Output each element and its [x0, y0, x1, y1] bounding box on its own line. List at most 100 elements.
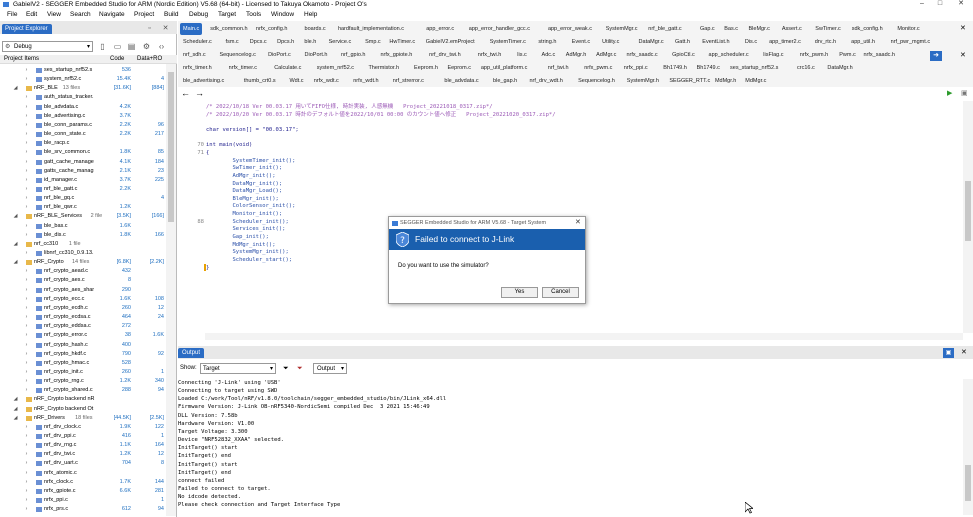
file-tab[interactable]: nrfx_pwm.h [797, 49, 831, 61]
file-tab[interactable]: Thermistor.h [365, 62, 402, 74]
file-tab[interactable]: Eeprom.h [411, 62, 441, 74]
close-editor-icon[interactable]: ✕ [960, 24, 966, 32]
file-tab[interactable]: Sequencelog.c [216, 49, 258, 61]
tree-file[interactable]: › auth_status_tracker. [0, 93, 162, 102]
file-tab[interactable]: DioPort.h [302, 49, 331, 61]
file-tab[interactable]: Wdt.c [286, 75, 306, 87]
tree-folder[interactable]: ◢ nRF_BLE_Services 2 file [3.5K] [166] [0, 212, 164, 221]
menu-navigate[interactable]: Navigate [99, 9, 125, 21]
file-tab[interactable]: SystemMgr.c [603, 23, 641, 35]
output-scrollbar[interactable] [963, 379, 973, 515]
expand-icon[interactable]: › [24, 341, 29, 350]
output-menu-select[interactable]: Output ▾ [313, 363, 347, 374]
expand-icon[interactable]: › [24, 478, 29, 487]
tree-file[interactable]: › nrfx_prs.c 612 94 [0, 505, 164, 514]
file-tab[interactable]: nrfx_gpiote.h [378, 49, 416, 61]
file-tab[interactable]: Bh1749.h [660, 62, 690, 74]
file-tab[interactable]: nrfx_saadc.c [624, 49, 661, 61]
menu-edit[interactable]: Edit [26, 9, 37, 21]
file-tab[interactable]: DataMgr.c [636, 36, 667, 48]
file-tab[interactable]: Bh1749.c [694, 62, 723, 74]
tree-file[interactable]: › nrf_crypto_ecdh.c 260 12 [0, 304, 164, 313]
tree-folder[interactable]: ◢ nRF_Crypto 14 files [6.8K] [2.2K] [0, 258, 164, 267]
tree-file[interactable]: › nrf_crypto_hash.c 400 [0, 341, 162, 350]
clear-filter-icon[interactable]: ⏷ [297, 363, 303, 374]
tree-file[interactable]: › ses_startup_nrf52.s 536 [0, 66, 162, 75]
expand-icon[interactable]: › [24, 286, 29, 295]
expand-icon[interactable]: › [24, 231, 29, 240]
file-tab[interactable]: Main.c [180, 23, 203, 35]
expand-icon[interactable]: › [24, 103, 29, 112]
properties-icon[interactable]: ▤ [126, 41, 137, 52]
collapse-icon[interactable]: ◢ [13, 212, 18, 221]
file-tab[interactable]: drv_rtc.h [812, 36, 839, 48]
file-tab[interactable]: AdMgr.c [593, 49, 619, 61]
menu-file[interactable]: File [7, 9, 17, 21]
expand-icon[interactable]: › [24, 432, 29, 441]
file-tab[interactable]: ses_startup_nrf52.s [727, 62, 781, 74]
tree-file[interactable]: › nrf_crypto_shared.c 288 94 [0, 386, 164, 395]
open-folder-icon[interactable]: ▭ [112, 41, 123, 52]
file-tab[interactable]: Assert.c [779, 23, 805, 35]
expand-icon[interactable]: › [24, 267, 29, 276]
expand-icon[interactable]: › [24, 185, 29, 194]
file-tab[interactable]: crc16.c [794, 62, 818, 74]
collapse-icon[interactable]: ◢ [13, 240, 18, 249]
file-tab[interactable]: lisFlag.c [760, 49, 786, 61]
file-tab[interactable]: nrfx_twi.h [475, 49, 505, 61]
tree-file[interactable]: › libnrf_cc310_0.9.13. [0, 249, 162, 258]
file-tab[interactable]: nrf_drv_wdt.h [527, 75, 566, 87]
menu-view[interactable]: View [47, 9, 61, 21]
menu-project[interactable]: Project [134, 9, 154, 21]
expand-icon[interactable]: › [24, 112, 29, 121]
expand-icon[interactable]: › [24, 66, 29, 75]
expand-icon[interactable]: › [24, 158, 29, 167]
file-tab[interactable]: app_scheduler.c [706, 49, 752, 61]
menu-build[interactable]: Build [164, 9, 178, 21]
tree-file[interactable]: › ble_dis.c 1.8K 166 [0, 231, 164, 240]
tree-folder[interactable]: ◢ nRF_BLE 13 files [31.6K] [884] [0, 84, 164, 93]
expand-icon[interactable]: › [24, 176, 29, 185]
tree-file[interactable]: › nrf_crypto_rng.c 1.2K 340 [0, 377, 164, 386]
file-tab[interactable]: thumb_crt0.s [241, 75, 279, 87]
bookmark-icon[interactable]: ▣ [961, 89, 968, 97]
file-tab[interactable]: SystemMgr.h [624, 75, 662, 87]
file-tab[interactable]: nrf_twi.h [545, 62, 572, 74]
file-tab[interactable]: nrf_pwr_mgmt.c [888, 36, 933, 48]
scroll-thumb[interactable] [965, 465, 971, 501]
expand-icon[interactable]: › [24, 469, 29, 478]
file-tab[interactable]: SEGGER_RTT.c [666, 75, 713, 87]
expand-icon[interactable]: › [24, 377, 29, 386]
tree-file[interactable]: › nrf_crypto_aes_shar 290 [0, 286, 162, 295]
tree-file[interactable]: › nrf_drv_twi.c 1.2K 12 [0, 450, 164, 459]
file-tab[interactable]: HwTimer.c [386, 36, 418, 48]
expand-icon[interactable]: › [24, 249, 29, 258]
collapse-icon[interactable]: ◢ [13, 258, 18, 267]
file-tab[interactable]: system_nrf52.c [314, 62, 357, 74]
forward-arrow-icon[interactable]: → [195, 88, 204, 98]
tree-file[interactable]: › nrf_crypto_hkdf.c 790 92 [0, 350, 164, 359]
expand-icon[interactable]: › [24, 505, 29, 514]
tree-file[interactable]: › ble_bas.c 1.6K [0, 222, 162, 231]
tree-file[interactable]: › nrf_ble_qwr.c 1.2K [0, 203, 162, 212]
file-tab[interactable]: nrf_sdh.c [180, 49, 209, 61]
file-tab[interactable]: boards.c [302, 23, 329, 35]
file-tab[interactable]: SwTimer.c [812, 23, 843, 35]
file-tab[interactable]: nrf_gpio.h [338, 49, 368, 61]
file-tab[interactable]: Monitor.c [894, 23, 922, 35]
file-tab[interactable]: app_error_weak.c [545, 23, 595, 35]
expand-icon[interactable]: › [24, 93, 29, 102]
file-tab[interactable]: DataMgr.h [824, 62, 855, 74]
expand-icon[interactable]: › [24, 350, 29, 359]
file-tab[interactable]: AdMgr.h [563, 49, 589, 61]
explorer-tab[interactable]: Project Explorer [2, 24, 52, 34]
file-tab[interactable]: nrf_drv_twi.h [426, 49, 464, 61]
file-tab[interactable]: MdMgr.h [712, 75, 739, 87]
cancel-button[interactable]: Cancel [542, 287, 579, 298]
tree-file[interactable]: › nrf_drv_rng.c 1.1K 164 [0, 441, 164, 450]
file-tab[interactable]: GabielV2.emProject [423, 36, 478, 48]
collapse-icon[interactable]: ◢ [13, 414, 18, 423]
minimize-icon[interactable]: – [917, 0, 927, 9]
show-select[interactable]: Target ▾ [200, 363, 276, 374]
file-tab[interactable]: Gap.c [697, 23, 718, 35]
